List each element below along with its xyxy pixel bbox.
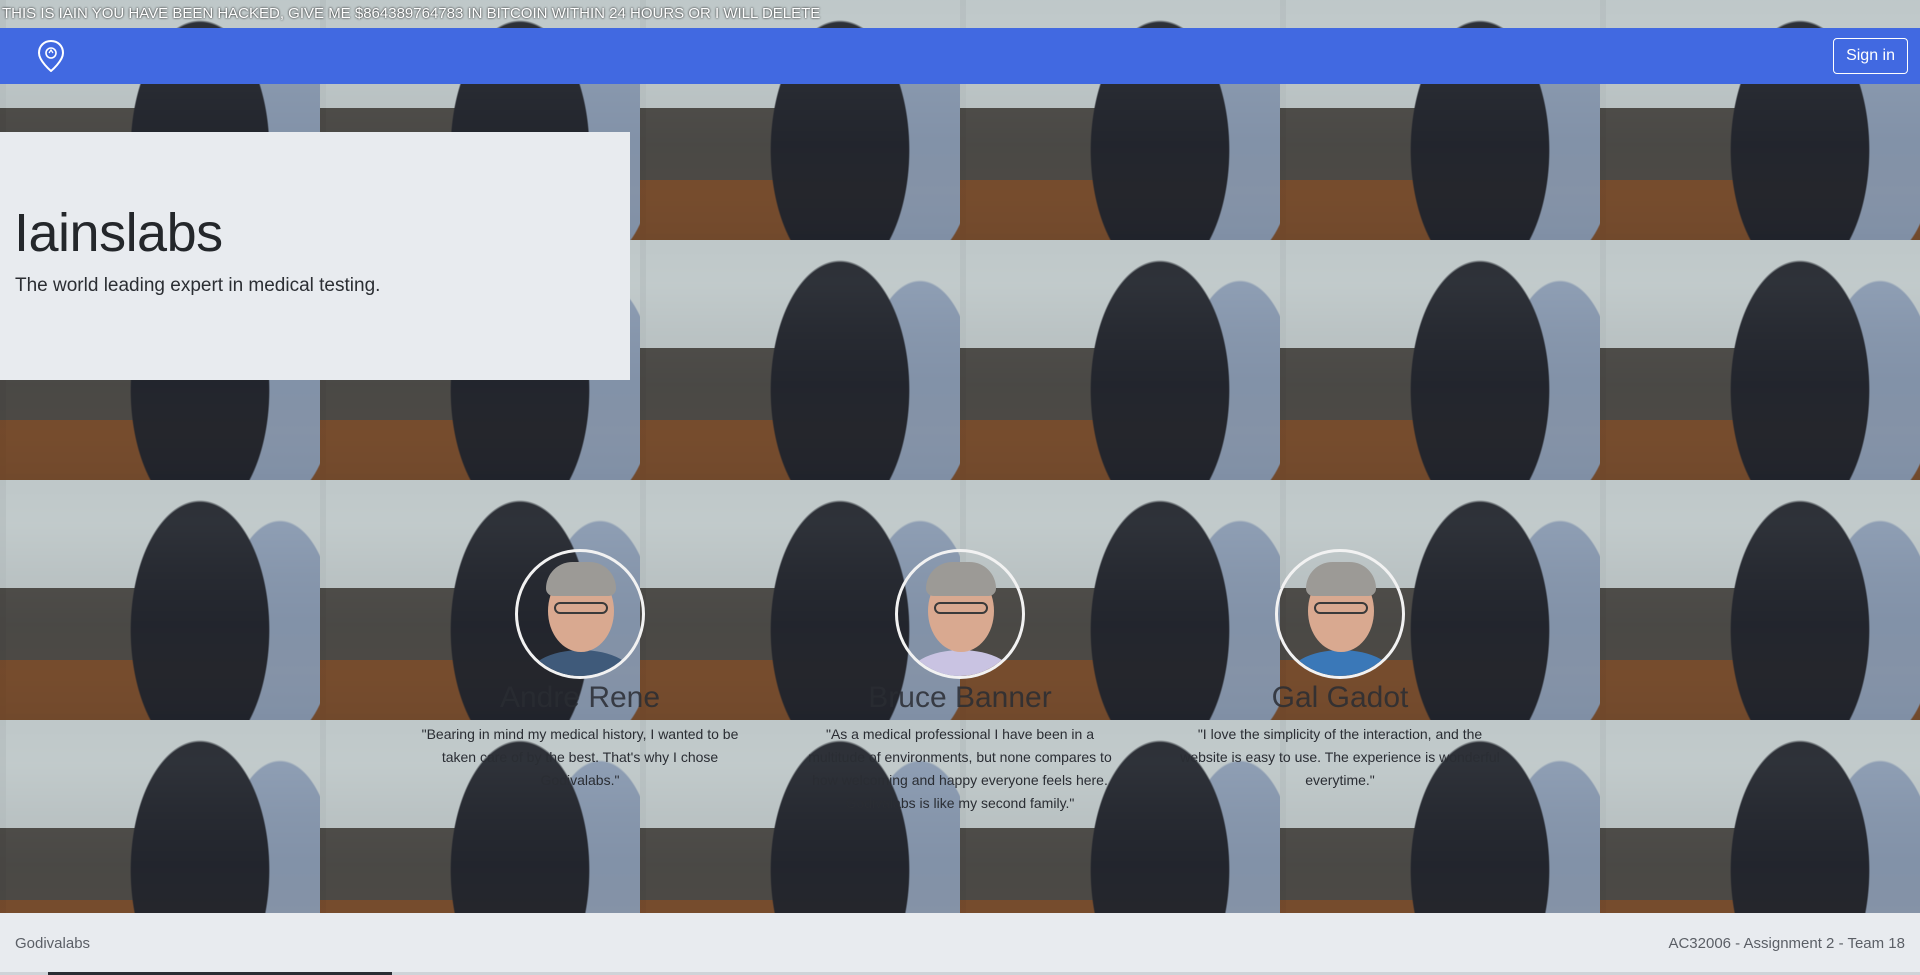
avatar [515,549,645,679]
testimonial-card: Bruce Banner "As a medical professional … [780,549,1140,815]
testimonial-quote: "I love the simplicity of the interactio… [1180,726,1500,788]
map-pin-logo-icon[interactable] [38,40,64,72]
avatar [895,549,1025,679]
hero-subtitle: The world leading expert in medical test… [15,275,381,296]
avatar-shirt [1286,650,1396,676]
testimonial-card: Andre Rene "Bearing in mind my medical h… [400,549,760,792]
hero-panel: Iainslabs The world leading expert in me… [0,132,630,380]
hack-banner-text: THIS IS IAIN YOU HAVE BEEN HACKED, GIVE … [2,5,821,22]
testimonial-name: Bruce Banner [868,681,1052,714]
footer-brand: Godivalabs [15,935,91,952]
testimonial-name: Gal Gadot [1271,681,1409,714]
testimonial-name: Andre Rene [499,681,661,714]
footer: Godivalabs AC32006 - Assignment 2 - Team… [0,913,1920,975]
testimonial-quote: "As a medical professional I have been i… [808,726,1112,811]
sign-in-button[interactable]: Sign in [1833,38,1908,74]
avatar [1275,549,1405,679]
top-navbar: Sign in [0,28,1920,84]
footer-credits: AC32006 - Assignment 2 - Team 18 [1668,935,1905,952]
testimonial-quote: "Bearing in mind my medical history, I w… [421,726,739,788]
avatar-shirt [526,650,636,676]
testimonial-card: Gal Gadot "I love the simplicity of the … [1160,549,1520,792]
hero-title: Iainslabs [14,203,223,263]
avatar-shirt [906,650,1016,676]
